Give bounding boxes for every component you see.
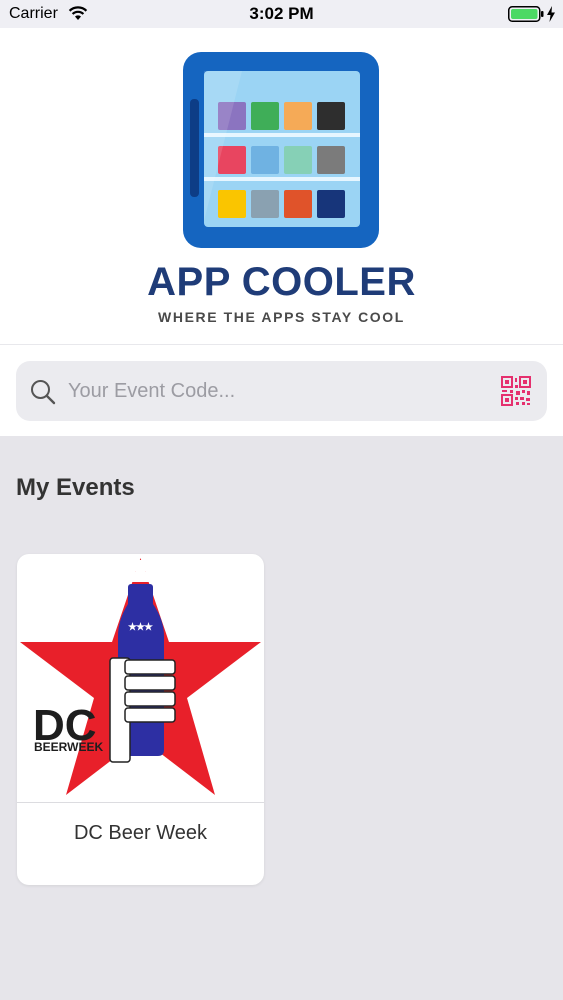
status-time: 3:02 PM [249, 4, 314, 23]
my-events-title: My Events [16, 474, 135, 501]
logo-tagline: WHERE THE APPS STAY COOL [158, 309, 405, 325]
logo-title: APP COOLER [147, 260, 416, 304]
qr-code-icon[interactable] [500, 375, 532, 412]
event-card-divider [17, 802, 264, 803]
event-logo-subtext: BEERWEEK [34, 740, 103, 754]
event-name: DC Beer Week [73, 822, 207, 844]
search-icon [30, 379, 56, 410]
status-bar: Carrier 3:02 PM [0, 0, 563, 28]
cooler-fridge-icon [182, 51, 380, 254]
charging-bolt-icon [546, 6, 556, 27]
event-code-input[interactable] [68, 373, 488, 409]
app-header: APP COOLER WHERE THE APPS STAY COOL [0, 28, 563, 344]
event-logo: ★ ★ ★ DC BEERWEEK [17, 554, 264, 802]
search-box[interactable] [16, 361, 547, 421]
battery-full-icon [508, 6, 544, 27]
search-section [0, 344, 563, 436]
svg-text:★: ★ [144, 622, 153, 633]
event-card[interactable]: ★ ★ ★ DC BEERWEEK DC Beer Week [17, 554, 264, 885]
